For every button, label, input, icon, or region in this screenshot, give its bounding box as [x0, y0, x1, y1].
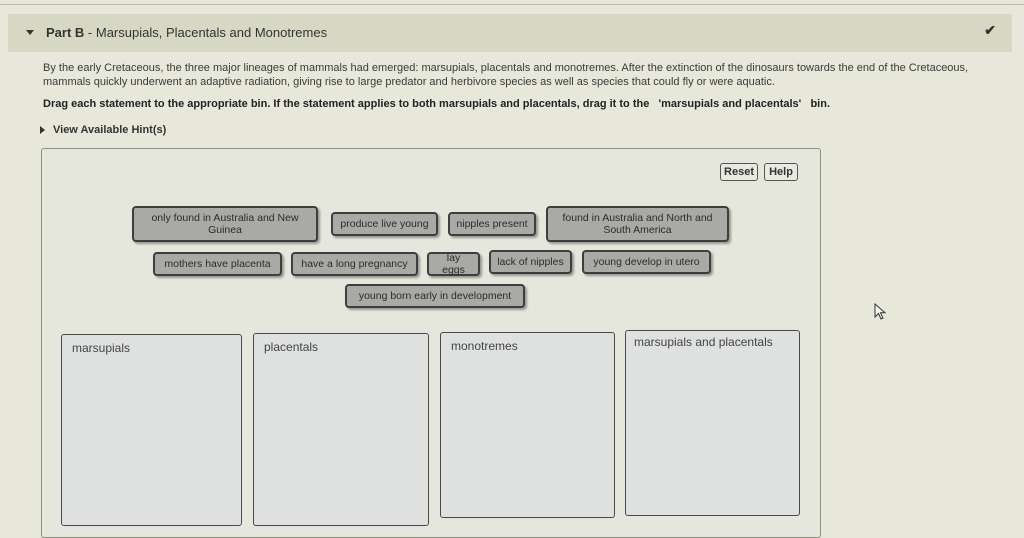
hint-label: View Available Hint(s) — [53, 124, 167, 136]
bin-placentals[interactable]: placentals — [253, 333, 429, 526]
bin-marsupials[interactable]: marsupials — [61, 334, 242, 526]
reset-button[interactable]: Reset — [720, 163, 758, 181]
top-divider — [0, 4, 1024, 5]
part-separator: - — [84, 25, 96, 40]
statement-chip[interactable]: have a long pregnancy — [291, 252, 418, 276]
bin-label: marsupials — [72, 341, 131, 355]
view-hints-toggle[interactable]: View Available Hint(s) — [40, 124, 166, 136]
part-label: Part B — [46, 25, 85, 40]
bin-monotremes[interactable]: monotremes — [440, 332, 615, 518]
statement-chip[interactable]: nipples present — [448, 212, 536, 236]
statement-chip[interactable]: found in Australia and North and South A… — [546, 206, 729, 242]
statement-chip[interactable]: lay eggs — [427, 252, 480, 276]
statement-chip[interactable]: young develop in utero — [582, 250, 711, 274]
statement-chip[interactable]: produce live young — [331, 212, 438, 236]
part-title-text: Marsupials, Placentals and Monotremes — [95, 25, 328, 40]
bin-label: marsupials and placentals — [634, 335, 773, 349]
bin-label: monotremes — [451, 339, 518, 353]
statement-chip[interactable]: only found in Australia and New Guinea — [132, 206, 318, 242]
statement-chip[interactable]: mothers have placenta — [153, 252, 282, 276]
statement-chip[interactable]: lack of nipples — [489, 250, 572, 274]
statement-chip[interactable]: young born early in development — [345, 284, 525, 308]
intro-paragraph: By the early Cretaceous, the three major… — [43, 62, 969, 88]
expand-caret-icon — [40, 126, 45, 134]
checkmark-icon: ✔ — [984, 22, 996, 38]
mouse-pointer-icon — [874, 303, 887, 320]
part-title: Part B - Marsupials, Placentals and Mono… — [46, 25, 327, 40]
bin-label: placentals — [264, 340, 319, 354]
bin-marsupials-and-placentals[interactable]: marsupials and placentals — [625, 330, 800, 516]
help-button[interactable]: Help — [764, 163, 798, 181]
part-header[interactable]: Part B - Marsupials, Placentals and Mono… — [8, 14, 1012, 52]
instruction-text: Drag each statement to the appropriate b… — [43, 98, 830, 110]
collapse-caret-icon[interactable] — [26, 30, 34, 35]
